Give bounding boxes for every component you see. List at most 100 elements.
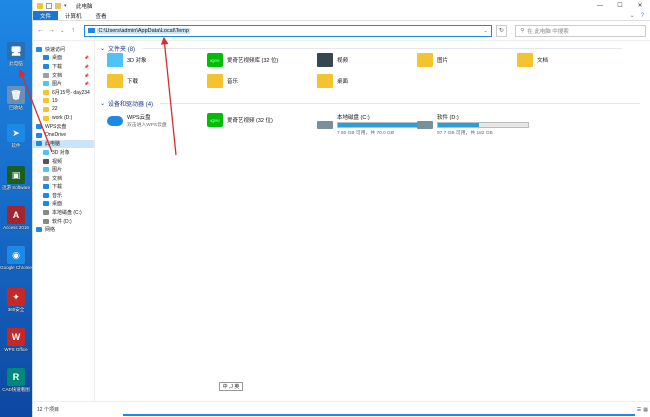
folder-item[interactable]: 音乐	[207, 74, 238, 88]
folder-item[interactable]: iQIYI 爱奇艺视频库 (32 位)	[207, 53, 278, 67]
desktop-icon-label: 360安全	[7, 307, 25, 312]
sidebar-item[interactable]: 音乐	[33, 191, 94, 200]
sidebar-item[interactable]: 桌面	[33, 200, 94, 209]
device-item[interactable]: iQIYI 爱奇艺视频 (32 位)	[207, 113, 273, 127]
folder-item[interactable]: 文档	[517, 53, 548, 67]
sidebar-item-label: 19	[52, 97, 58, 104]
folder-icon	[43, 167, 49, 173]
sidebar-item[interactable]: 下载 📌	[33, 62, 94, 71]
folder-item[interactable]: 下载	[107, 74, 138, 88]
chevron-down-icon[interactable]: ▾	[64, 3, 70, 9]
device-item[interactable]: 软件 (D:) 97.7 GB 可用，共 182 GB	[417, 113, 529, 136]
folder-name: 爱奇艺视频库 (32 位)	[227, 58, 279, 64]
desktop-icon[interactable]: A Access 2016	[1, 206, 31, 230]
app-icon: A	[7, 206, 25, 224]
sidebar-item[interactable]: 软件 (D:)	[33, 217, 94, 226]
window-title: 此电脑	[76, 3, 93, 10]
quick-access-toolbar: ▾	[37, 2, 70, 9]
navigation-pane: 快速访问 桌面 📌 下载 📌 文档 📌 图片 📌 6月15号- day234 19 22 work (D…	[33, 41, 95, 401]
group-header-folders[interactable]: ⌄ 文件夹 (8)	[100, 44, 623, 53]
tab-computer[interactable]: 计算机	[58, 11, 89, 20]
sidebar-item[interactable]: 6月15号- day234	[33, 88, 94, 97]
refresh-button[interactable]: ↻	[495, 24, 508, 37]
recent-locations-icon[interactable]: ⌄	[59, 28, 66, 34]
desktop-icon-label: 此电脑	[9, 61, 23, 66]
search-input[interactable]: 在 此电脑 中搜索	[527, 27, 569, 35]
group-header-devices[interactable]: ⌄ 设备和驱动器 (4)	[100, 99, 641, 108]
tiles-view-icon[interactable]: ▦	[643, 407, 648, 413]
sidebar-item-label: 22	[52, 106, 58, 113]
new-folder-icon[interactable]	[55, 2, 61, 9]
sidebar-item-label: 网络	[45, 227, 56, 234]
back-icon[interactable]: ←	[37, 27, 44, 34]
up-icon[interactable]: ↑	[70, 27, 77, 34]
desktop-icon[interactable]: ◉ Google Chrome	[0, 246, 32, 270]
folder-icon	[43, 192, 49, 198]
sidebar-item[interactable]: 本地磁盘 (C:)	[33, 208, 94, 217]
sidebar-item[interactable]: 图片 📌	[33, 79, 94, 88]
sidebar-item[interactable]: 视频	[33, 157, 94, 166]
sidebar-item[interactable]: OneDrive	[33, 131, 94, 140]
sidebar-item[interactable]: 快速访问	[33, 45, 94, 54]
folder-icon	[43, 89, 49, 95]
expand-ribbon-icon[interactable]: ⌄	[630, 12, 635, 19]
sidebar-item[interactable]: 此电脑	[33, 139, 94, 149]
device-name: 本地磁盘 (C:)	[337, 115, 370, 121]
desktop-icon[interactable]: ✦ 360安全	[1, 288, 31, 312]
tab-view[interactable]: 查看	[89, 11, 114, 20]
desktop-icon[interactable]: ➤ 软件	[1, 124, 31, 148]
desktop-icon[interactable]: W WPS Office	[1, 328, 31, 352]
sidebar-item[interactable]: 22	[33, 105, 94, 114]
pin-icon: 📌	[84, 72, 89, 78]
device-item[interactable]: 本地磁盘 (C:) 7.60 GB 可用，共 70.0 GB	[317, 113, 429, 136]
minimize-button[interactable]: —	[590, 0, 610, 11]
sidebar-item[interactable]: 文档	[33, 174, 94, 183]
search-box[interactable]: ⚲ 在 此电脑 中搜索	[515, 24, 646, 37]
app-icon: ✦	[7, 288, 25, 306]
sidebar-item[interactable]: 图片	[33, 165, 94, 174]
device-name: 爱奇艺视频 (32 位)	[227, 118, 273, 124]
sidebar-item[interactable]: 文档 📌	[33, 71, 94, 80]
sidebar-item[interactable]: 3D 对象	[33, 148, 94, 157]
sidebar-item[interactable]: 下载	[33, 183, 94, 192]
address-input[interactable]: C:\Users\admin\AppData\Local\Temp	[97, 27, 190, 34]
desktop-icon-label: Google Chrome	[0, 265, 32, 270]
folder-name: 3D 对象	[127, 58, 147, 64]
folder-item[interactable]: 3D 对象	[107, 53, 147, 67]
address-dropdown-icon[interactable]: ⌄	[480, 28, 490, 34]
folder-item[interactable]: 图片	[417, 53, 448, 67]
sidebar-item-label: 3D 对象	[52, 149, 70, 156]
desktop-icon[interactable]: R CAD快速看图	[1, 368, 31, 392]
sidebar-item-label: 桌面	[52, 201, 63, 208]
drive-icon	[417, 120, 433, 129]
chevron-down-icon: ⌄	[100, 46, 106, 52]
sidebar-item[interactable]: 桌面 📌	[33, 54, 94, 63]
folder-name: 视频	[337, 58, 349, 64]
checkbox-icon[interactable]	[46, 2, 52, 9]
sidebar-item-label: 下载	[52, 184, 63, 191]
sidebar-item-label: 6月15号- day234	[52, 89, 90, 96]
tab-file[interactable]: 文件	[33, 11, 59, 20]
help-icon[interactable]: ?	[641, 13, 644, 19]
folder-item[interactable]: 视频	[317, 53, 348, 67]
ribbon: 文件 计算机 查看 ⌄ ?	[33, 11, 650, 21]
title-bar: ▾ 此电脑 — ☐ ✕	[33, 0, 650, 11]
sidebar-item[interactable]: 网络	[33, 225, 94, 234]
folder-item[interactable]: 桌面	[317, 74, 348, 88]
details-view-icon[interactable]: ☰	[637, 407, 641, 413]
desktop-icon[interactable]: 🗑 回收站	[1, 86, 31, 110]
forward-icon[interactable]: →	[48, 27, 55, 34]
sidebar-item[interactable]: WPS云盘	[33, 122, 94, 131]
desktop-icon[interactable]: 🖥 此电脑	[1, 42, 31, 66]
desktop-icon[interactable]: ▣ 迅游 Software	[1, 166, 31, 190]
address-bar[interactable]: C:\Users\admin\AppData\Local\Temp ⌄	[84, 24, 492, 37]
close-button[interactable]: ✕	[630, 0, 650, 11]
folder-icon	[43, 55, 49, 61]
device-item[interactable]: WPS云盘 双击进入WPS云盘	[107, 113, 167, 128]
maximize-button[interactable]: ☐	[610, 0, 630, 11]
sidebar-item[interactable]: 19	[33, 97, 94, 106]
sidebar-item[interactable]: work (D:)	[33, 114, 94, 123]
folder-icon	[43, 98, 49, 104]
pictures-icon	[417, 53, 433, 67]
folder-icon	[43, 218, 49, 224]
